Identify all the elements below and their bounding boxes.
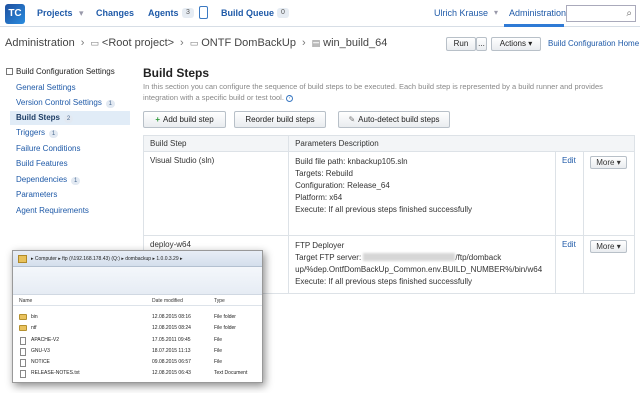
nav-build-queue[interactable]: Build Queue bbox=[221, 8, 274, 18]
chevron-down-icon: ▾ bbox=[528, 39, 533, 48]
folder-icon bbox=[19, 314, 27, 320]
chevron-down-icon: ▾ bbox=[616, 158, 621, 167]
explorer-toolbar bbox=[13, 267, 262, 295]
explorer-column-headers: Name Date modified Type bbox=[13, 295, 262, 306]
add-build-step-button[interactable]: + Add build step bbox=[143, 111, 226, 128]
redacted-server bbox=[363, 253, 456, 261]
project-icon: ▭ bbox=[90, 38, 99, 48]
chevron-right-icon: › bbox=[80, 37, 85, 49]
edit-cell: Edit bbox=[555, 235, 584, 294]
list-item[interactable]: bin 12.08.2015 08:16 File folder bbox=[13, 312, 262, 322]
chevron-down-icon: ▾ bbox=[616, 242, 621, 251]
more-cell: More ▾ bbox=[583, 151, 635, 236]
sidebar-heading: Build Configuration Settings bbox=[6, 67, 115, 76]
sidebar-item-general-settings[interactable]: General Settings bbox=[16, 83, 76, 92]
breadcrumb-administration[interactable]: Administration bbox=[5, 37, 75, 49]
file-icon bbox=[20, 348, 26, 356]
page-description: In this section you can configure the se… bbox=[143, 82, 603, 102]
file-icon bbox=[20, 337, 26, 345]
count-badge: 1 bbox=[49, 130, 59, 138]
file-explorer-window: ▸ Computer ▸ ftp (\\192.168.178.43) (Q:)… bbox=[12, 250, 263, 383]
column-header-name[interactable]: Name bbox=[19, 298, 32, 304]
breadcrumb-config: win_build_64 bbox=[323, 37, 388, 49]
chevron-right-icon: › bbox=[301, 37, 306, 49]
column-header-parameters: Parameters Description bbox=[288, 135, 635, 152]
sidebar-item-failure-conditions[interactable]: Failure Conditions bbox=[16, 144, 80, 153]
agents-status-icon[interactable] bbox=[199, 6, 208, 19]
reorder-build-steps-button[interactable]: Reorder build steps bbox=[234, 111, 326, 128]
search-input[interactable]: ⌕ bbox=[566, 5, 636, 22]
sidebar-item-version-control[interactable]: Version Control Settings 1 bbox=[16, 98, 115, 108]
actions-button[interactable]: Actions ▾ bbox=[491, 37, 541, 51]
breadcrumb-project[interactable]: ONTF DomBackUp bbox=[201, 37, 296, 49]
build-configuration-home-link[interactable]: Build Configuration Home bbox=[548, 39, 639, 48]
more-button[interactable]: More ▾ bbox=[590, 240, 627, 253]
user-menu[interactable]: Ulrich Krause bbox=[434, 8, 488, 18]
plus-icon: + bbox=[155, 115, 160, 124]
list-item[interactable]: RELEASE-NOTES.txt 12.08.2015 06:43 Text … bbox=[13, 368, 262, 378]
search-icon[interactable]: ⌕ bbox=[626, 8, 632, 20]
breadcrumb: Administration › ▭ <Root project> › ▭ ONTF Dom… bbox=[5, 37, 387, 49]
list-item[interactable]: APACHE-V2 17.05.2011 09:45 File bbox=[13, 335, 262, 345]
count-badge: 1 bbox=[71, 177, 81, 185]
step-parameters: FTP Deployer Target FTP server: /ftp/dom… bbox=[288, 235, 557, 294]
list-item[interactable]: NOTICE 09.08.2015 06:57 File bbox=[13, 357, 262, 367]
page-title: Build Steps bbox=[143, 66, 210, 80]
column-header-type[interactable]: Type bbox=[214, 298, 225, 304]
magic-wand-icon: ✎ bbox=[348, 115, 356, 124]
folder-icon bbox=[18, 255, 27, 263]
file-icon bbox=[20, 359, 26, 367]
actions-label: Actions bbox=[499, 39, 526, 48]
edit-step-link[interactable]: Edit bbox=[562, 240, 576, 249]
sidebar-item-agent-requirements[interactable]: Agent Requirements bbox=[16, 206, 89, 215]
chevron-down-icon[interactable]: ▾ bbox=[79, 8, 84, 19]
user-chevron-icon[interactable]: ▾ bbox=[494, 8, 498, 17]
edit-cell: Edit bbox=[555, 151, 584, 236]
sidebar-item-parameters[interactable]: Parameters bbox=[16, 190, 57, 199]
more-cell: More ▾ bbox=[583, 235, 635, 294]
list-item[interactable]: ntf 12.08.2015 08:24 File folder bbox=[13, 323, 262, 333]
folder-icon bbox=[19, 325, 27, 331]
more-button[interactable]: More ▾ bbox=[590, 156, 627, 169]
active-tab-indicator bbox=[504, 24, 564, 27]
column-header-build-step: Build Step bbox=[142, 135, 290, 152]
step-parameters: Build file path: knbackup105.sln Targets… bbox=[288, 151, 557, 236]
sidebar-item-build-features[interactable]: Build Features bbox=[16, 159, 68, 168]
sidebar-item-triggers[interactable]: Triggers 1 bbox=[16, 128, 59, 138]
nav-agents[interactable]: Agents bbox=[148, 8, 179, 18]
table-row: Visual Studio (sln) Build file path: knb… bbox=[142, 151, 635, 236]
teamcity-logo[interactable]: TC bbox=[5, 4, 25, 24]
project-icon: ▭ bbox=[189, 38, 199, 48]
address-bar[interactable]: ▸ Computer ▸ ftp (\\192.168.178.43) (Q:)… bbox=[13, 251, 262, 267]
nav-changes[interactable]: Changes bbox=[96, 8, 134, 18]
edit-step-link[interactable]: Edit bbox=[562, 156, 576, 165]
agents-count-badge: 3 bbox=[182, 8, 194, 18]
sidebar-item-build-steps[interactable]: Build Steps 2 bbox=[16, 113, 74, 123]
count-badge: 1 bbox=[105, 100, 115, 108]
column-header-date[interactable]: Date modified bbox=[152, 298, 183, 304]
queue-count-badge: 0 bbox=[277, 8, 289, 18]
chevron-right-icon: › bbox=[180, 37, 184, 49]
sidebar-item-dependencies[interactable]: Dependencies 1 bbox=[16, 175, 81, 185]
breadcrumb-root-project[interactable]: <Root project> bbox=[102, 37, 174, 49]
nav-projects[interactable]: Projects bbox=[37, 8, 73, 18]
run-options-button[interactable]: ... bbox=[476, 37, 487, 51]
auto-detect-build-steps-button[interactable]: ✎ Auto-detect build steps bbox=[338, 111, 450, 128]
list-item[interactable]: GNU-V3 18.07.2015 11:13 File bbox=[13, 346, 262, 356]
build-config-icon: ▤ bbox=[311, 38, 321, 48]
step-name[interactable]: Visual Studio (sln) bbox=[142, 151, 290, 236]
help-icon[interactable]: ? bbox=[285, 95, 293, 102]
run-button[interactable]: Run bbox=[446, 37, 476, 51]
file-icon bbox=[20, 370, 26, 378]
top-navigation-bar: TC Projects ▾ Changes Agents 3 Build Que… bbox=[0, 0, 640, 27]
count-badge: 2 bbox=[64, 115, 74, 123]
collapse-icon[interactable] bbox=[6, 68, 13, 75]
nav-administration[interactable]: Administration bbox=[509, 8, 566, 18]
